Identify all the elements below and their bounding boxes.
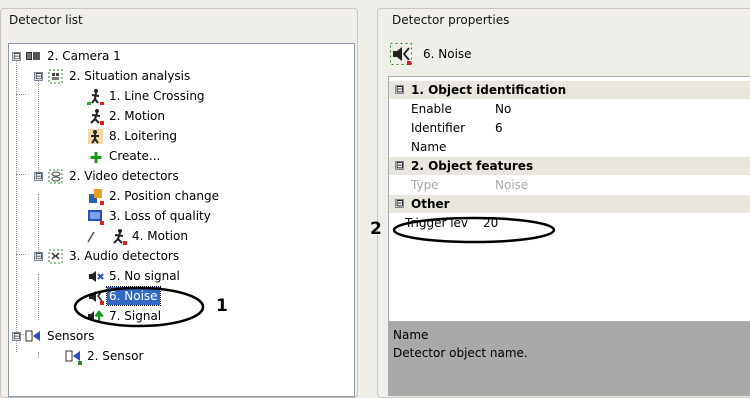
tree-item-loitering[interactable]: 8. Loitering — [87, 127, 179, 145]
property-value[interactable]: 6 — [495, 119, 503, 137]
detector-list-title: Detector list — [9, 13, 83, 27]
tree-item-label: 7. Signal — [109, 309, 162, 323]
tree-item-label: 2. Motion — [109, 109, 165, 123]
section-object-features[interactable]: ⊟ 2. Object features — [389, 157, 750, 175]
property-value[interactable]: 20 — [483, 214, 498, 232]
tree-item-label: 6. Noise — [106, 286, 161, 306]
property-row-enable[interactable]: Enable No — [389, 100, 750, 118]
section-title: 2. Object features — [411, 159, 534, 173]
tree-item-line-crossing[interactable]: 1. Line Crossing — [87, 87, 207, 105]
tree-item-label: 2. Position change — [109, 189, 219, 203]
line-crossing-icon — [87, 88, 104, 105]
property-row-type: Type Noise — [389, 176, 750, 194]
collapse-section-toggle[interactable]: ⊟ — [395, 85, 404, 95]
detector-properties-title: Detector properties — [392, 13, 510, 27]
tree-item-label: 1. Line Crossing — [109, 89, 205, 103]
section-object-identification[interactable]: ⊟ 1. Object identification — [389, 81, 750, 99]
section-other[interactable]: ⊟ Other — [389, 195, 750, 213]
tree-item-sensor[interactable]: 2. Sensor — [65, 347, 145, 365]
description-text: Detector object name. — [393, 346, 528, 360]
collapse-section-toggle[interactable]: ⊟ — [395, 161, 404, 171]
description-title: Name — [393, 328, 429, 342]
selected-detector-header: 6. Noise — [390, 42, 472, 66]
tree-item-label: 2. Situation analysis — [69, 69, 191, 83]
tree-item-label: 8. Loitering — [109, 129, 177, 143]
collapse-camera-toggle[interactable]: ⊟ — [12, 52, 21, 62]
collapse-video-toggle[interactable]: ⊟ — [34, 172, 43, 182]
tree-item-signal[interactable]: 7. Signal — [87, 307, 163, 325]
noise-icon — [87, 288, 104, 305]
sensor-icon — [65, 348, 82, 365]
audio-detectors-icon — [47, 248, 64, 265]
tree-item-sensors[interactable]: Sensors — [25, 327, 96, 345]
selected-detector-name: 6. Noise — [423, 47, 472, 61]
camera-icon — [25, 48, 42, 65]
collapse-section-toggle[interactable]: ⊟ — [395, 199, 404, 209]
position-change-icon — [87, 188, 104, 205]
tree-item-no-signal[interactable]: 5. No signal — [87, 267, 182, 285]
noise-icon — [390, 43, 412, 65]
property-key: Identifier — [411, 121, 466, 135]
tree-item-motion[interactable]: 2. Motion — [87, 107, 167, 125]
property-key: Enable — [411, 102, 452, 116]
tree-item-label: 5. No signal — [109, 269, 180, 283]
property-row-identifier[interactable]: Identifier 6 — [389, 119, 750, 137]
section-title: 1. Object identification — [411, 83, 567, 97]
tree-item-audio-detectors[interactable]: 3. Audio detectors — [47, 247, 181, 265]
collapse-audio-toggle[interactable]: ⊟ — [34, 252, 43, 262]
collapse-situation-toggle[interactable]: ⊟ — [34, 72, 43, 82]
property-key: Name — [411, 140, 447, 154]
tree-item-label: Create... — [109, 149, 161, 163]
tree-item-label: 3. Audio detectors — [69, 249, 180, 263]
plus-icon — [87, 148, 104, 165]
tree-item-label: 3. Loss of quality — [109, 209, 211, 223]
tree-item-situation-analysis[interactable]: 2. Situation analysis — [47, 67, 192, 85]
tree-item-noise[interactable]: 6. Noise — [87, 286, 161, 306]
property-key: Trigger lev — [405, 216, 469, 230]
no-signal-icon — [87, 268, 104, 285]
tree-item-label: 2. Video detectors — [69, 169, 179, 183]
tree-item-label: Sensors — [47, 329, 95, 343]
collapse-sensors-toggle[interactable]: ⊟ — [12, 332, 21, 342]
section-title: Other — [411, 197, 450, 211]
property-value: Noise — [495, 178, 529, 192]
property-value[interactable]: No — [495, 100, 511, 118]
motion-icon — [87, 108, 104, 125]
tree-item-create[interactable]: Create... — [87, 147, 162, 165]
situation-analysis-icon — [47, 68, 64, 85]
sensors-icon — [25, 328, 42, 345]
motion-icon — [110, 228, 127, 245]
tree-item-video-detectors[interactable]: 2. Video detectors — [47, 167, 181, 185]
tree-item-label: 4. Motion — [132, 229, 188, 243]
property-row-trigger-level[interactable]: Trigger lev 20 — [389, 214, 750, 232]
tree-item-label: 2. Sensor — [87, 349, 144, 363]
tree-item-label: 2. Camera 1 — [47, 49, 121, 63]
tree-item-loss-of-quality[interactable]: 3. Loss of quality — [87, 207, 213, 225]
signal-icon — [87, 308, 104, 325]
tree-item-motion-video[interactable]: 4. Motion — [87, 227, 190, 245]
video-detectors-icon — [47, 168, 64, 185]
callout-number-1: 1 — [216, 296, 228, 316]
property-row-name[interactable]: Name — [389, 138, 750, 156]
tree-item-camera[interactable]: 2. Camera 1 — [25, 47, 123, 65]
tree-item-position-change[interactable]: 2. Position change — [87, 187, 221, 205]
detector-tree[interactable]: ⊟ 2. Camera 1 ⊟ 2. Situation analysis 1.… — [8, 43, 355, 397]
loss-of-quality-icon — [87, 208, 104, 225]
loitering-icon — [87, 128, 104, 145]
motion-trail-icon — [87, 228, 107, 245]
property-description-panel: Name Detector object name. — [388, 322, 750, 396]
property-grid[interactable]: ⊟ 1. Object identification Enable No Ide… — [388, 76, 750, 322]
property-key: Type — [411, 178, 439, 192]
callout-number-2: 2 — [370, 219, 382, 239]
